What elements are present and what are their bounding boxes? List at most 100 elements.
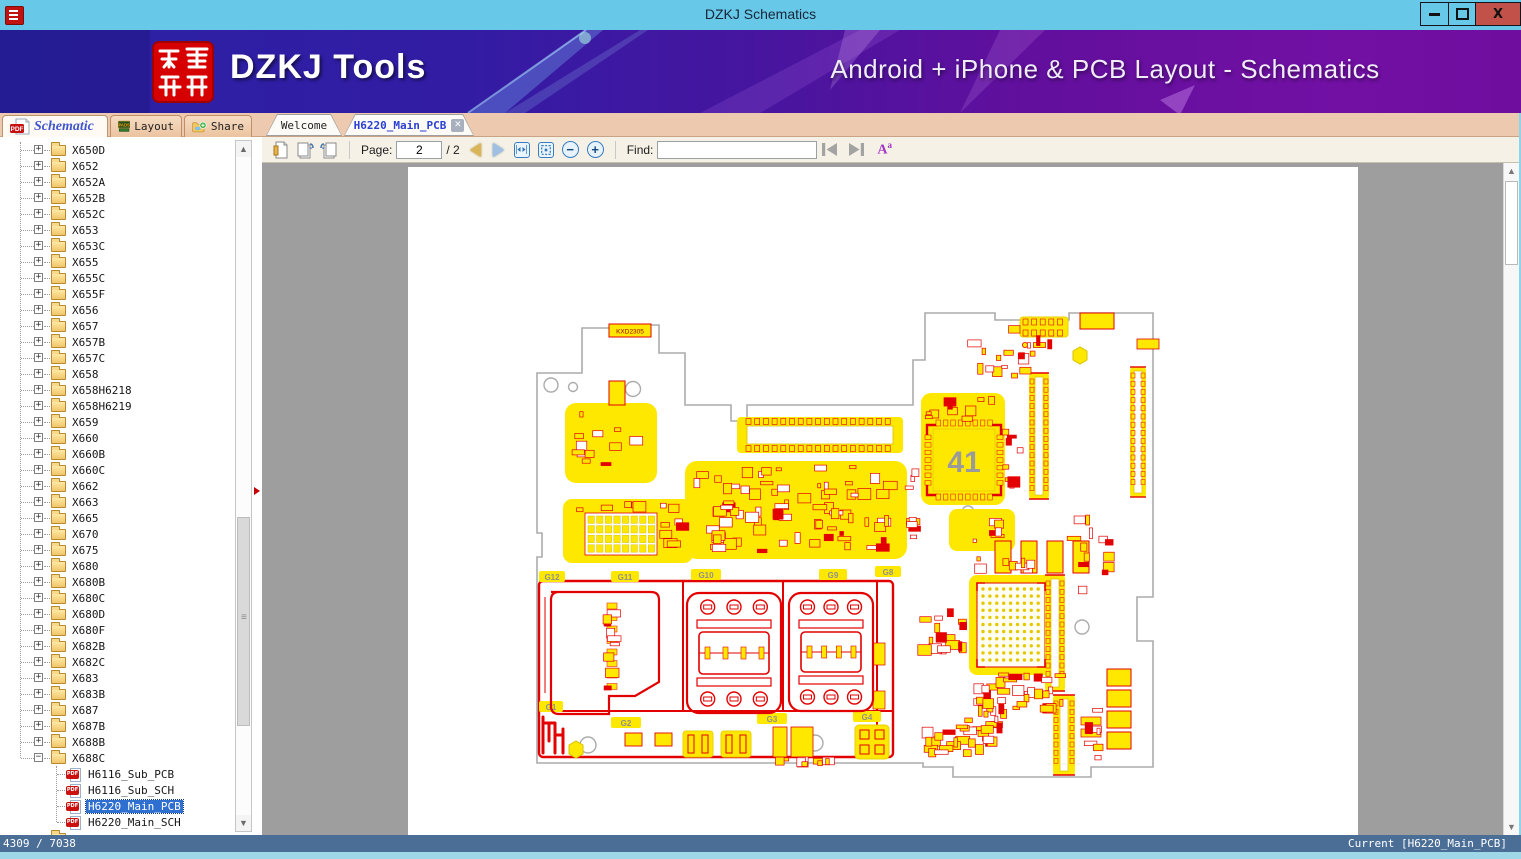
tree-expand-toggle[interactable]: +: [34, 657, 43, 666]
tree-expand-toggle[interactable]: +: [34, 161, 43, 170]
tree-expand-toggle[interactable]: +: [34, 417, 43, 426]
pdf-viewer[interactable]: KXD2305 41 G12 G11 G10 G9 G8 G1 G2 G3 G4…: [262, 163, 1519, 835]
sidebar-scrollbar[interactable]: ▲ ▼: [235, 140, 252, 832]
tree-expand-toggle[interactable]: +: [34, 625, 43, 634]
tree-expand-toggle[interactable]: +: [34, 353, 43, 362]
fit-page-button[interactable]: [537, 141, 554, 158]
tree-expand-toggle[interactable]: +: [34, 369, 43, 378]
tree-connector: [44, 262, 50, 263]
page-number-input[interactable]: [396, 140, 443, 159]
tab-close-icon[interactable]: ✕: [451, 119, 464, 132]
rotate-left-button[interactable]: [294, 140, 316, 160]
tree-expand-toggle[interactable]: +: [34, 577, 43, 586]
scroll-down-icon[interactable]: ▼: [236, 815, 251, 831]
tree-expand-toggle[interactable]: +: [34, 721, 43, 730]
tree-expand-toggle[interactable]: +: [34, 241, 43, 250]
tree-connector: [21, 230, 34, 231]
tab-welcome[interactable]: Welcome: [266, 114, 342, 136]
scroll-up-icon[interactable]: ▲: [236, 141, 251, 157]
sidebar-scrollbar-thumb[interactable]: [237, 517, 250, 726]
tree-expand-toggle[interactable]: +: [34, 737, 43, 746]
viewer-scrollbar-thumb[interactable]: [1505, 181, 1518, 265]
tree-connector: [21, 614, 34, 615]
pdf-file-icon: PDF: [66, 816, 81, 830]
tree-expand-toggle[interactable]: +: [34, 193, 43, 202]
tree-folder-label: X680F: [72, 623, 106, 637]
find-previous-icon[interactable]: [822, 143, 838, 156]
tree-expand-toggle[interactable]: +: [34, 561, 43, 570]
folder-icon: [51, 414, 66, 428]
tree-expand-toggle[interactable]: +: [34, 689, 43, 698]
tree-expand-toggle[interactable]: +: [34, 177, 43, 186]
tab-layout[interactable]: PADS Layout: [110, 115, 182, 137]
tree-expand-toggle[interactable]: +: [34, 321, 43, 330]
tree-connector: [44, 358, 50, 359]
tree-connector: [21, 710, 34, 711]
tree-expand-toggle[interactable]: +: [34, 545, 43, 554]
minimize-icon: [1429, 12, 1440, 16]
rotate-right-button[interactable]: [318, 140, 340, 160]
close-button[interactable]: X: [1475, 2, 1521, 26]
tree-expand-toggle[interactable]: +: [34, 305, 43, 314]
zoom-out-button[interactable]: −: [561, 141, 579, 158]
tree-folder-label: X653: [72, 223, 99, 237]
tree-expand-toggle[interactable]: +: [34, 225, 43, 234]
tree-expand-toggle[interactable]: −: [34, 753, 43, 762]
tree-folder-label: X655: [72, 255, 99, 269]
zoom-in-button[interactable]: +: [586, 141, 604, 158]
folder-icon: [51, 638, 66, 652]
tree-connector: [21, 374, 34, 375]
folder-icon: [51, 702, 66, 716]
svg-text:G3: G3: [767, 715, 778, 724]
tree-expand-toggle[interactable]: +: [34, 513, 43, 522]
tree-connector: [44, 454, 50, 455]
tree-folder-label: X687B: [72, 719, 106, 733]
tree-expand-toggle[interactable]: +: [34, 257, 43, 266]
tree-expand-toggle[interactable]: +: [34, 529, 43, 538]
fit-width-button[interactable]: [513, 141, 530, 158]
svg-text:G12: G12: [544, 573, 560, 582]
next-page-button[interactable]: [492, 142, 504, 157]
find-input[interactable]: [657, 140, 818, 159]
tree-expand-toggle[interactable]: +: [34, 433, 43, 442]
tree-expand-toggle[interactable]: +: [34, 497, 43, 506]
snapshot-button[interactable]: [270, 140, 292, 160]
tree-expand-toggle[interactable]: +: [34, 705, 43, 714]
tree-expand-toggle[interactable]: +: [34, 609, 43, 618]
tree-folder-label: X682B: [72, 639, 106, 653]
tree-expand-toggle[interactable]: +: [34, 385, 43, 394]
tree-expand-toggle[interactable]: +: [34, 209, 43, 218]
tree-expand-toggle[interactable]: +: [34, 673, 43, 682]
tree-expand-toggle[interactable]: +: [34, 401, 43, 410]
viewer-scroll-down-icon[interactable]: ▼: [1504, 819, 1519, 835]
tree-expand-toggle[interactable]: +: [34, 641, 43, 650]
tree-connector: [21, 502, 34, 503]
tree-expand-toggle[interactable]: +: [34, 593, 43, 602]
tree-expand-toggle[interactable]: +: [34, 465, 43, 474]
tab-h6220-main-pcb[interactable]: H6220_Main_PCB ✕: [344, 114, 474, 136]
splitter-collapse-arrow[interactable]: [254, 487, 260, 495]
tree-connector: [57, 806, 65, 807]
find-next-icon[interactable]: [848, 143, 865, 156]
previous-page-button[interactable]: [469, 142, 481, 157]
minimize-button[interactable]: [1420, 2, 1449, 26]
tree-expand-toggle[interactable]: +: [34, 481, 43, 490]
tree-expand-toggle[interactable]: +: [34, 145, 43, 154]
tree-folder-label: X660B: [72, 447, 106, 461]
tree-expand-toggle[interactable]: +: [34, 273, 43, 282]
match-case-icon[interactable]: Aa: [877, 140, 892, 159]
tree-folder-label: X657: [72, 319, 99, 333]
viewer-scrollbar[interactable]: ▲ ▼: [1503, 163, 1519, 835]
viewer-scroll-up-icon[interactable]: ▲: [1504, 163, 1519, 179]
maximize-button[interactable]: [1448, 2, 1476, 26]
tree-expand-toggle[interactable]: +: [34, 449, 43, 458]
tab-share[interactable]: Share: [184, 115, 252, 137]
tree-expand-toggle[interactable]: +: [34, 337, 43, 346]
tree-connector: [21, 550, 34, 551]
tree-expand-toggle[interactable]: +: [34, 289, 43, 298]
tree-connector: [21, 342, 34, 343]
folder-icon: [51, 222, 66, 236]
tree-connector: [44, 694, 50, 695]
tab-schematic[interactable]: PDF Schematic: [2, 115, 108, 137]
tree-connector: [44, 438, 50, 439]
